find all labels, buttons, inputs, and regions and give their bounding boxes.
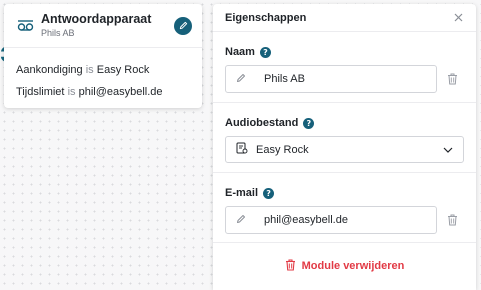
- audio-file-icon: [236, 142, 248, 157]
- email-label-text: E-mail: [225, 187, 259, 199]
- node-line-value: Easy Rock: [96, 64, 150, 76]
- node-header: Antwoordapparaat Phils AB: [4, 4, 202, 48]
- name-value: Phils AB: [264, 73, 305, 85]
- properties-panel: Eigenschappen Naam ? Phils AB Audiobesta…: [213, 4, 476, 290]
- name-field[interactable]: Phils AB: [225, 65, 437, 93]
- node-titles: Antwoordapparaat Phils AB: [41, 12, 167, 39]
- help-icon[interactable]: ?: [303, 117, 315, 129]
- node-line-sep: is: [67, 86, 76, 98]
- remove-module-button[interactable]: Module verwijderen: [213, 243, 476, 289]
- edit-button[interactable]: [174, 16, 192, 35]
- audio-value: Easy Rock: [256, 143, 309, 156]
- email-field[interactable]: phil@easybell.de: [225, 206, 437, 234]
- name-label-text: Naam: [225, 46, 255, 58]
- voicemail-node-card[interactable]: Antwoordapparaat Phils AB Aankondiging i…: [4, 4, 202, 108]
- email-section: E-mail ? phil@easybell.de: [213, 173, 476, 243]
- node-title: Antwoordapparaat: [41, 12, 152, 26]
- audio-section: Audiobestand ? Easy Rock: [213, 103, 476, 173]
- trash-icon[interactable]: [445, 213, 459, 227]
- panel-header: Eigenschappen: [213, 4, 476, 32]
- node-line-announcement: Aankondiging is Easy Rock: [16, 59, 190, 81]
- node-line-key: Tijdslimiet: [16, 86, 65, 98]
- help-icon[interactable]: ?: [259, 46, 271, 58]
- audio-label-text: Audiobestand: [225, 117, 299, 129]
- trash-icon: [285, 258, 296, 274]
- node-line-sep: is: [85, 64, 94, 76]
- name-section: Naam ? Phils AB: [213, 32, 476, 103]
- pencil-icon: [236, 214, 246, 227]
- pencil-icon: [179, 17, 188, 35]
- pencil-icon: [236, 73, 246, 86]
- email-label: E-mail ?: [225, 186, 464, 200]
- name-label: Naam ?: [225, 45, 464, 59]
- trash-icon[interactable]: [445, 72, 459, 86]
- node-subtitle: Phils AB: [41, 28, 75, 38]
- audio-label: Audiobestand ?: [225, 116, 464, 130]
- chevron-down-icon: [443, 144, 453, 156]
- remove-module-label: Module verwijderen: [301, 260, 405, 272]
- node-line-value: phil@easybell.de: [78, 86, 163, 98]
- close-icon[interactable]: [452, 12, 464, 24]
- voicemail-icon: [16, 17, 34, 35]
- audio-select[interactable]: Easy Rock: [225, 136, 464, 163]
- node-line-key: Aankondiging: [16, 64, 83, 76]
- email-value: phil@easybell.de: [264, 214, 348, 226]
- help-icon[interactable]: ?: [263, 187, 275, 199]
- node-line-timelimit: Tijdslimiet is phil@easybell.de: [16, 81, 190, 103]
- panel-title: Eigenschappen: [225, 11, 307, 24]
- node-summary: Aankondiging is Easy Rock Tijdslimiet is…: [4, 48, 202, 103]
